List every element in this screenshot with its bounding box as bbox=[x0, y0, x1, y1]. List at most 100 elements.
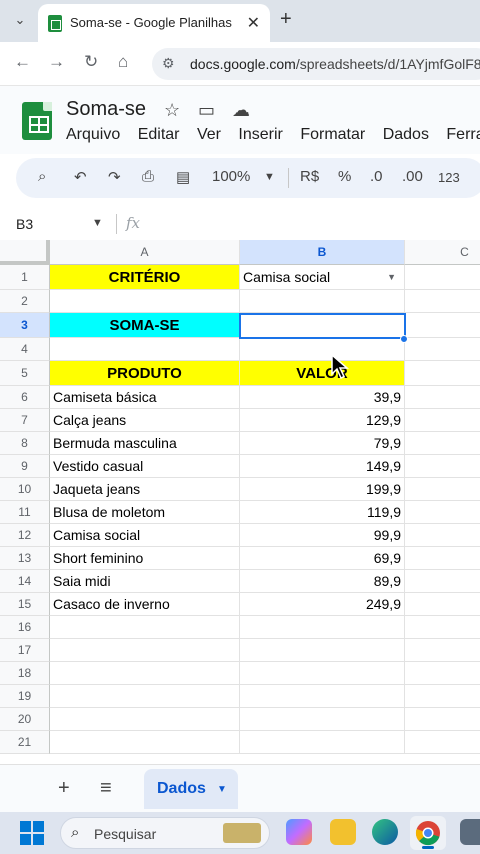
cell[interactable] bbox=[240, 708, 405, 731]
cell[interactable] bbox=[240, 338, 405, 361]
row-header[interactable]: 8 bbox=[0, 432, 50, 455]
increase-decimal-button[interactable]: .00 bbox=[402, 168, 423, 185]
cell[interactable] bbox=[50, 338, 240, 361]
menu-editar[interactable]: Editar bbox=[138, 126, 180, 143]
cell[interactable] bbox=[405, 708, 480, 731]
row-header[interactable]: 4 bbox=[0, 338, 50, 361]
zoom-chevron-icon[interactable]: ▼ bbox=[264, 171, 275, 183]
row-header[interactable]: 12 bbox=[0, 524, 50, 547]
name-box-chevron-icon[interactable]: ▼ bbox=[92, 217, 103, 229]
cell[interactable] bbox=[240, 290, 405, 313]
home-icon[interactable]: ⌂ bbox=[118, 52, 128, 72]
product-value-cell[interactable]: 199,9 bbox=[240, 478, 405, 501]
cell[interactable] bbox=[50, 290, 240, 313]
product-name-cell[interactable]: Calça jeans bbox=[50, 409, 240, 432]
cell[interactable] bbox=[405, 685, 480, 708]
star-icon[interactable]: ☆ bbox=[164, 100, 180, 121]
row-header[interactable]: 15 bbox=[0, 593, 50, 616]
tab-search-chevron-icon[interactable]: ⌄ bbox=[10, 10, 30, 30]
row-header[interactable]: 7 bbox=[0, 409, 50, 432]
column-header-a[interactable]: A bbox=[50, 240, 240, 265]
product-value-cell[interactable]: 249,9 bbox=[240, 593, 405, 616]
product-name-cell[interactable]: Vestido casual bbox=[50, 455, 240, 478]
cell[interactable] bbox=[405, 731, 480, 754]
cell[interactable] bbox=[240, 731, 405, 754]
cell[interactable] bbox=[405, 547, 480, 570]
menu-ver[interactable]: Ver bbox=[197, 126, 221, 143]
product-name-cell[interactable]: Saia midi bbox=[50, 570, 240, 593]
cell[interactable] bbox=[405, 639, 480, 662]
cell[interactable] bbox=[405, 593, 480, 616]
cell[interactable] bbox=[405, 570, 480, 593]
cloud-status-icon[interactable]: ☁ bbox=[232, 100, 250, 121]
back-arrow-icon[interactable]: ← bbox=[14, 52, 31, 72]
cell[interactable] bbox=[405, 616, 480, 639]
column-header-c[interactable]: C bbox=[405, 240, 480, 265]
cell[interactable] bbox=[405, 501, 480, 524]
column-header-b[interactable]: B bbox=[240, 240, 405, 265]
product-value-cell[interactable]: 89,9 bbox=[240, 570, 405, 593]
product-name-cell[interactable]: Jaqueta jeans bbox=[50, 478, 240, 501]
cell[interactable] bbox=[50, 708, 240, 731]
cell[interactable] bbox=[405, 524, 480, 547]
cell[interactable] bbox=[405, 338, 480, 361]
reload-icon[interactable]: ↻ bbox=[84, 52, 98, 72]
browser-tab-active[interactable]: Soma-se - Google Planilhas ✕ bbox=[38, 4, 270, 42]
new-tab-icon[interactable]: + bbox=[280, 8, 292, 31]
row-header[interactable]: 2 bbox=[0, 290, 50, 313]
address-bar[interactable]: ⚙ docs.google.com/spreadsheets/d/1AYjmfG… bbox=[152, 48, 480, 80]
product-value-cell[interactable]: 149,9 bbox=[240, 455, 405, 478]
cell[interactable] bbox=[405, 265, 480, 290]
row-header[interactable]: 17 bbox=[0, 639, 50, 662]
row-header[interactable]: 21 bbox=[0, 731, 50, 754]
forward-arrow-icon[interactable]: → bbox=[48, 52, 65, 72]
row-header[interactable]: 14 bbox=[0, 570, 50, 593]
redo-icon[interactable]: ↷ bbox=[108, 168, 121, 186]
row-header[interactable]: 11 bbox=[0, 501, 50, 524]
move-folder-icon[interactable]: ▭ bbox=[198, 100, 215, 121]
row-header[interactable]: 10 bbox=[0, 478, 50, 501]
more-formats-button[interactable]: 123 bbox=[438, 170, 460, 185]
cell[interactable] bbox=[50, 685, 240, 708]
copilot-icon[interactable] bbox=[286, 819, 312, 845]
row-header[interactable]: 3 bbox=[0, 313, 50, 338]
cell[interactable] bbox=[405, 361, 480, 386]
menu-inserir[interactable]: Inserir bbox=[238, 126, 282, 143]
somase-label-cell[interactable]: SOMA-SE bbox=[50, 313, 240, 338]
document-title[interactable]: Soma-se bbox=[66, 98, 146, 121]
cell[interactable] bbox=[240, 616, 405, 639]
edge-icon[interactable] bbox=[372, 819, 398, 845]
product-value-cell[interactable]: 119,9 bbox=[240, 501, 405, 524]
row-header[interactable]: 19 bbox=[0, 685, 50, 708]
print-icon[interactable]: ⎙ bbox=[142, 168, 154, 185]
criterio-label-cell[interactable]: CRITÉRIO bbox=[50, 265, 240, 290]
criterio-dropdown-cell[interactable]: Camisa social ▼ bbox=[240, 265, 405, 290]
sheets-logo-icon[interactable] bbox=[22, 102, 52, 140]
menu-formatar[interactable]: Formatar bbox=[300, 126, 365, 143]
cell[interactable] bbox=[405, 455, 480, 478]
zoom-select[interactable]: 100% bbox=[212, 168, 250, 185]
percent-format-button[interactable]: % bbox=[338, 168, 351, 185]
product-name-cell[interactable]: Casaco de inverno bbox=[50, 593, 240, 616]
product-name-cell[interactable]: Short feminino bbox=[50, 547, 240, 570]
row-header[interactable]: 20 bbox=[0, 708, 50, 731]
sheet-tab-dados[interactable]: Dados ▼ bbox=[144, 769, 238, 809]
fill-handle[interactable] bbox=[400, 335, 408, 343]
select-all-corner[interactable] bbox=[0, 240, 50, 265]
decrease-decimal-button[interactable]: .0 bbox=[370, 168, 383, 185]
product-value-cell[interactable]: 79,9 bbox=[240, 432, 405, 455]
cell[interactable] bbox=[240, 685, 405, 708]
spreadsheet-grid[interactable]: A B C 1 2 3 4 5 6 7 8 9 10 11 12 13 14 15 16 17 18 19 20 21 … bbox=[0, 240, 480, 756]
product-value-cell[interactable]: 39,9 bbox=[240, 386, 405, 409]
product-name-cell[interactable]: Bermuda masculina bbox=[50, 432, 240, 455]
cell[interactable] bbox=[50, 662, 240, 685]
paint-format-icon[interactable]: ▤ bbox=[176, 168, 190, 186]
close-tab-icon[interactable]: ✕ bbox=[247, 13, 260, 33]
taskbar-search[interactable]: ⌕ Pesquisar bbox=[60, 817, 270, 849]
chrome-taskbar-active[interactable] bbox=[410, 816, 446, 850]
add-sheet-icon[interactable]: + bbox=[58, 777, 70, 800]
header-valor-cell[interactable]: VALOR bbox=[240, 361, 405, 386]
sheet-tab-chevron-icon[interactable]: ▼ bbox=[217, 784, 227, 795]
product-value-cell[interactable]: 129,9 bbox=[240, 409, 405, 432]
header-produto-cell[interactable]: PRODUTO bbox=[50, 361, 240, 386]
